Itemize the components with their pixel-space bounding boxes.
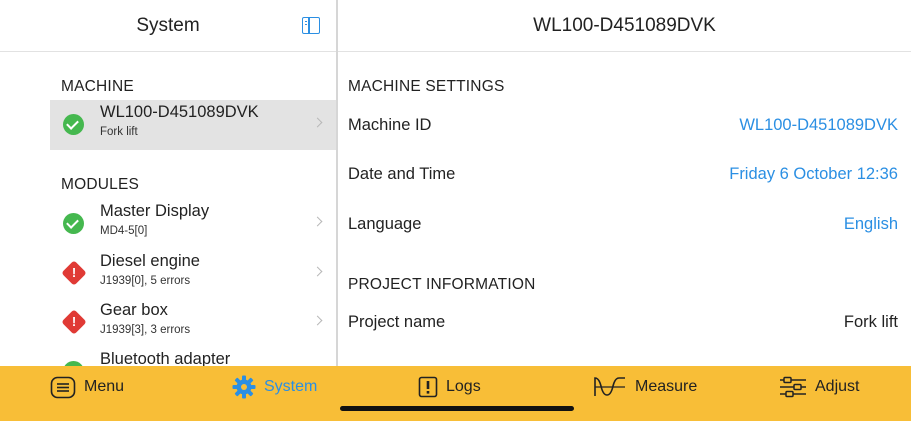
module-item-subtitle: J1939[0], 5 errors: [100, 275, 191, 287]
module-item-title: Diesel engine: [100, 252, 200, 270]
language-label: Language: [348, 215, 422, 233]
tab-system-label: System: [264, 378, 318, 395]
chevron-right-icon: [312, 117, 323, 128]
chevron-right-icon: [312, 266, 323, 277]
tab-adjust[interactable]: Adjust: [779, 366, 859, 408]
module-list-item-gear-box[interactable]: Gear box J1939[3], 3 errors: [50, 298, 336, 348]
sidebar-title: System: [136, 14, 200, 36]
machine-detail-pane: WL100-D451089DVK MACHINE SETTINGS Machin…: [338, 0, 911, 366]
project-info-section-label: PROJECT INFORMATION: [348, 276, 536, 293]
machine-list-item[interactable]: WL100-D451089DVK Fork lift: [50, 100, 336, 150]
home-indicator[interactable]: [340, 406, 574, 411]
date-time-value[interactable]: Friday 6 October 12:36: [729, 165, 898, 184]
tab-logs-label: Logs: [446, 378, 481, 395]
sidebar-toggle-icon[interactable]: [302, 17, 320, 34]
module-item-title: Master Display: [100, 202, 210, 220]
language-value[interactable]: English: [844, 215, 898, 234]
waveform-icon: [593, 376, 627, 398]
tab-system[interactable]: System: [232, 366, 317, 408]
machine-item-subtitle: Fork lift: [100, 126, 138, 138]
detail-header: WL100-D451089DVK: [338, 0, 911, 52]
modules-section-label: MODULES: [61, 176, 140, 193]
ok-status-icon: [63, 114, 84, 135]
module-item-subtitle: J1939[3], 3 errors: [100, 324, 191, 336]
module-list-item-bluetooth-adapter[interactable]: Bluetooth adapter: [50, 347, 336, 366]
chevron-right-icon: [312, 216, 323, 227]
system-sidebar: System MACHINE WL100-D451089DVK Fork lif…: [0, 0, 336, 366]
machine-item-title: WL100-D451089DVK: [100, 103, 259, 121]
tab-measure-label: Measure: [635, 378, 698, 395]
detail-title: WL100-D451089DVK: [533, 14, 716, 36]
machine-section-label: MACHINE: [61, 78, 134, 95]
error-status-icon: [61, 260, 87, 286]
error-status-icon: [61, 309, 87, 335]
bottom-tab-bar: Menu System Logs Measure Adjust: [0, 366, 911, 421]
tab-measure[interactable]: Measure: [593, 366, 697, 408]
app-window: System MACHINE WL100-D451089DVK Fork lif…: [0, 0, 911, 366]
chevron-right-icon: [312, 315, 323, 326]
date-time-label: Date and Time: [348, 165, 456, 183]
module-list-item-master-display[interactable]: Master Display MD4-5[0]: [50, 199, 336, 249]
project-name-label: Project name: [348, 313, 446, 331]
machine-settings-section-label: MACHINE SETTINGS: [348, 78, 505, 95]
sliders-icon: [779, 376, 807, 398]
logs-icon: [418, 376, 438, 398]
ok-status-icon: [63, 213, 84, 234]
menu-icon: [50, 376, 76, 399]
module-item-title: Gear box: [100, 301, 168, 319]
machine-id-label: Machine ID: [348, 116, 432, 134]
machine-id-value[interactable]: WL100-D451089DVK: [739, 116, 898, 135]
module-item-subtitle: MD4-5[0]: [100, 225, 148, 237]
project-name-value: Fork lift: [843, 313, 898, 331]
sidebar-header: System: [0, 0, 336, 52]
gear-icon: [232, 375, 256, 399]
module-list-item-diesel-engine[interactable]: Diesel engine J1939[0], 5 errors: [50, 249, 336, 299]
module-item-title: Bluetooth adapter: [100, 350, 231, 366]
tab-logs[interactable]: Logs: [418, 366, 481, 408]
tab-adjust-label: Adjust: [815, 378, 860, 395]
tab-menu[interactable]: Menu: [50, 366, 124, 408]
tab-menu-label: Menu: [84, 378, 125, 395]
